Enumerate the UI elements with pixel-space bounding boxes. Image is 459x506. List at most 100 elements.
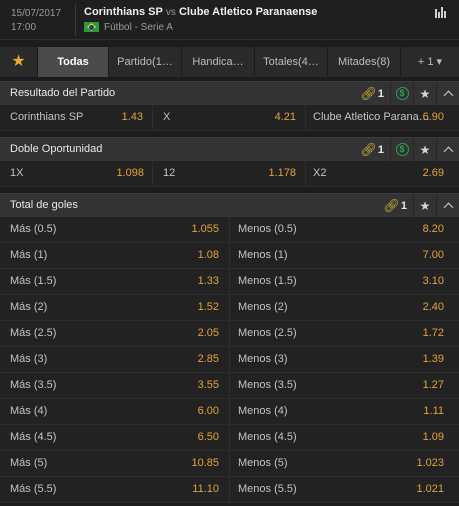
under-cell[interactable]: Menos (4) 1.11 <box>230 399 459 424</box>
under-cell[interactable]: Menos (2.5) 1.72 <box>230 321 459 346</box>
goles-rows: Más (0.5) 1.055 Menos (0.5) 8.20 Más (1) 1.08… <box>0 217 459 503</box>
odd-value: 1.72 <box>422 327 444 339</box>
odd-value: 1.39 <box>422 353 444 365</box>
odd-value: 1.098 <box>116 167 144 179</box>
collapse-chevron-icon[interactable] <box>436 82 459 105</box>
link-count: 1 <box>377 143 384 156</box>
over-cell[interactable]: Más (4) 6.00 <box>0 399 229 424</box>
under-cell[interactable]: Menos (3) 1.39 <box>230 347 459 372</box>
tab-totales[interactable]: Totales(4… <box>255 47 328 77</box>
collapse-chevron-icon[interactable] <box>436 194 459 217</box>
under-cell[interactable]: Menos (5.5) 1.021 <box>230 477 459 502</box>
odds-cell[interactable]: Clube Atletico Parana… 6.90 <box>306 105 459 130</box>
odd-value: 1.023 <box>416 457 444 469</box>
selection-label: Menos (5.5) <box>238 483 297 495</box>
odd-value: 6.00 <box>197 405 219 417</box>
selection-label: Menos (0.5) <box>238 223 297 235</box>
odds-row: Más (4.5) 6.50 Menos (4.5) 1.09 <box>0 425 459 451</box>
under-cell[interactable]: Menos (5) 1.023 <box>230 451 459 476</box>
favorite-star-icon[interactable]: ★ <box>413 194 436 217</box>
odds-row: 1X 1.098 12 1.178 X2 2.69 <box>0 161 459 187</box>
over-cell[interactable]: Más (2.5) 2.05 <box>0 321 229 346</box>
odds-row: Más (4) 6.00 Menos (4) 1.11 <box>0 399 459 425</box>
over-cell[interactable]: Más (1.5) 1.33 <box>0 269 229 294</box>
selection-label: Más (0.5) <box>10 223 57 235</box>
tab-todas[interactable]: Todas <box>38 47 109 77</box>
over-cell[interactable]: Más (4.5) 6.50 <box>0 425 229 450</box>
selection-label: Menos (3) <box>238 353 288 365</box>
odds-cell[interactable]: 12 1.178 <box>153 161 305 186</box>
market-header[interactable]: Resultado del Partido 🔗︎ 1 $ ★ <box>0 81 459 105</box>
under-cell[interactable]: Menos (0.5) 8.20 <box>230 217 459 242</box>
link-icon: 🔗︎ <box>383 197 400 213</box>
favorite-star-icon[interactable]: ★ <box>413 138 436 161</box>
match-title: Corinthians SP vs Clube Atletico Paranae… <box>84 6 317 19</box>
over-cell[interactable]: Más (2) 1.52 <box>0 295 229 320</box>
odds-row: Corinthians SP 1.43 X 4.21 Clube Atletic… <box>0 105 459 131</box>
odd-value: 1.09 <box>422 431 444 443</box>
odd-value: 1.055 <box>191 223 219 235</box>
cashout-dollar-icon[interactable]: $ <box>390 82 413 105</box>
selection-label: Menos (2.5) <box>238 327 297 339</box>
odd-value: 1.021 <box>416 483 444 495</box>
selection-label: Más (4) <box>10 405 48 417</box>
under-cell[interactable]: Menos (2) 2.40 <box>230 295 459 320</box>
selection-label: Menos (2) <box>238 301 288 313</box>
odd-value: 10.85 <box>191 457 219 469</box>
selection-label: Corinthians SP <box>10 111 84 123</box>
favorite-star-icon[interactable]: ★ <box>413 82 436 105</box>
bar-chart-icon[interactable] <box>435 7 447 18</box>
selection-label: 12 <box>163 167 176 179</box>
over-cell[interactable]: Más (5) 10.85 <box>0 451 229 476</box>
tab-mitades[interactable]: Mitades(8) <box>328 47 401 77</box>
odd-value: 2.40 <box>422 301 444 313</box>
selection-label: Menos (5) <box>238 457 288 469</box>
over-cell[interactable]: Más (1) 1.08 <box>0 243 229 268</box>
selection-label: Más (5.5) <box>10 483 57 495</box>
under-cell[interactable]: Menos (4.5) 1.09 <box>230 425 459 450</box>
tab-partido[interactable]: Partido(1… <box>109 47 182 77</box>
odd-value: 3.10 <box>422 275 444 287</box>
odds-row: Más (2) 1.52 Menos (2) 2.40 <box>0 295 459 321</box>
tab-handicap[interactable]: Handica… <box>182 47 255 77</box>
odd-value: 2.05 <box>197 327 219 339</box>
link-count: 1 <box>377 87 384 100</box>
market-header[interactable]: Doble Oportunidad 🔗︎ 1 $ ★ <box>0 137 459 161</box>
match-date: 15/07/2017 <box>11 8 62 19</box>
odds-cell[interactable]: 1X 1.098 <box>0 161 152 186</box>
odds-row: Más (3.5) 3.55 Menos (3.5) 1.27 <box>0 373 459 399</box>
under-cell[interactable]: Menos (1) 7.00 <box>230 243 459 268</box>
market-header[interactable]: Total de goles 🔗︎ 1 ★ <box>0 193 459 217</box>
odds-cell[interactable]: Corinthians SP 1.43 <box>0 105 152 130</box>
over-cell[interactable]: Más (0.5) 1.055 <box>0 217 229 242</box>
odds-cell[interactable]: X2 2.69 <box>306 161 459 186</box>
tab-more-dropdown[interactable]: + 1 ▾ <box>401 47 459 77</box>
collapse-chevron-icon[interactable] <box>436 138 459 161</box>
market-tabs: ★ Todas Partido(1… Handica… Totales(4… M… <box>0 47 459 77</box>
over-cell[interactable]: Más (3.5) 3.55 <box>0 373 229 398</box>
selection-label: X2 <box>313 167 327 179</box>
odds-row: Más (5.5) 11.10 Menos (5.5) 1.021 <box>0 477 459 503</box>
market-doble-oportunidad: Doble Oportunidad 🔗︎ 1 $ ★ 1X 1.098 12 1… <box>0 137 459 187</box>
over-cell[interactable]: Más (3) 2.85 <box>0 347 229 372</box>
link-icon: 🔗︎ <box>360 141 377 157</box>
odd-value: 1.11 <box>423 405 444 417</box>
brazil-flag-icon <box>84 22 99 32</box>
selection-label: Más (1) <box>10 249 48 261</box>
odds-row: Más (5) 10.85 Menos (5) 1.023 <box>0 451 459 477</box>
odd-value: 11.10 <box>192 483 219 495</box>
odd-value: 4.21 <box>274 111 296 123</box>
selection-label: Menos (1) <box>238 249 288 261</box>
odd-value: 2.69 <box>422 167 444 179</box>
cashout-dollar-icon[interactable]: $ <box>390 138 413 161</box>
header-divider <box>75 4 76 36</box>
odds-row: Más (0.5) 1.055 Menos (0.5) 8.20 <box>0 217 459 243</box>
selection-label: X <box>163 111 171 123</box>
link-icon: 🔗︎ <box>360 85 377 101</box>
under-cell[interactable]: Menos (3.5) 1.27 <box>230 373 459 398</box>
odds-cell[interactable]: X 4.21 <box>153 105 305 130</box>
selection-label: Menos (4.5) <box>238 431 297 443</box>
under-cell[interactable]: Menos (1.5) 3.10 <box>230 269 459 294</box>
favorites-star-icon[interactable]: ★ <box>0 47 38 77</box>
over-cell[interactable]: Más (5.5) 11.10 <box>0 477 229 502</box>
